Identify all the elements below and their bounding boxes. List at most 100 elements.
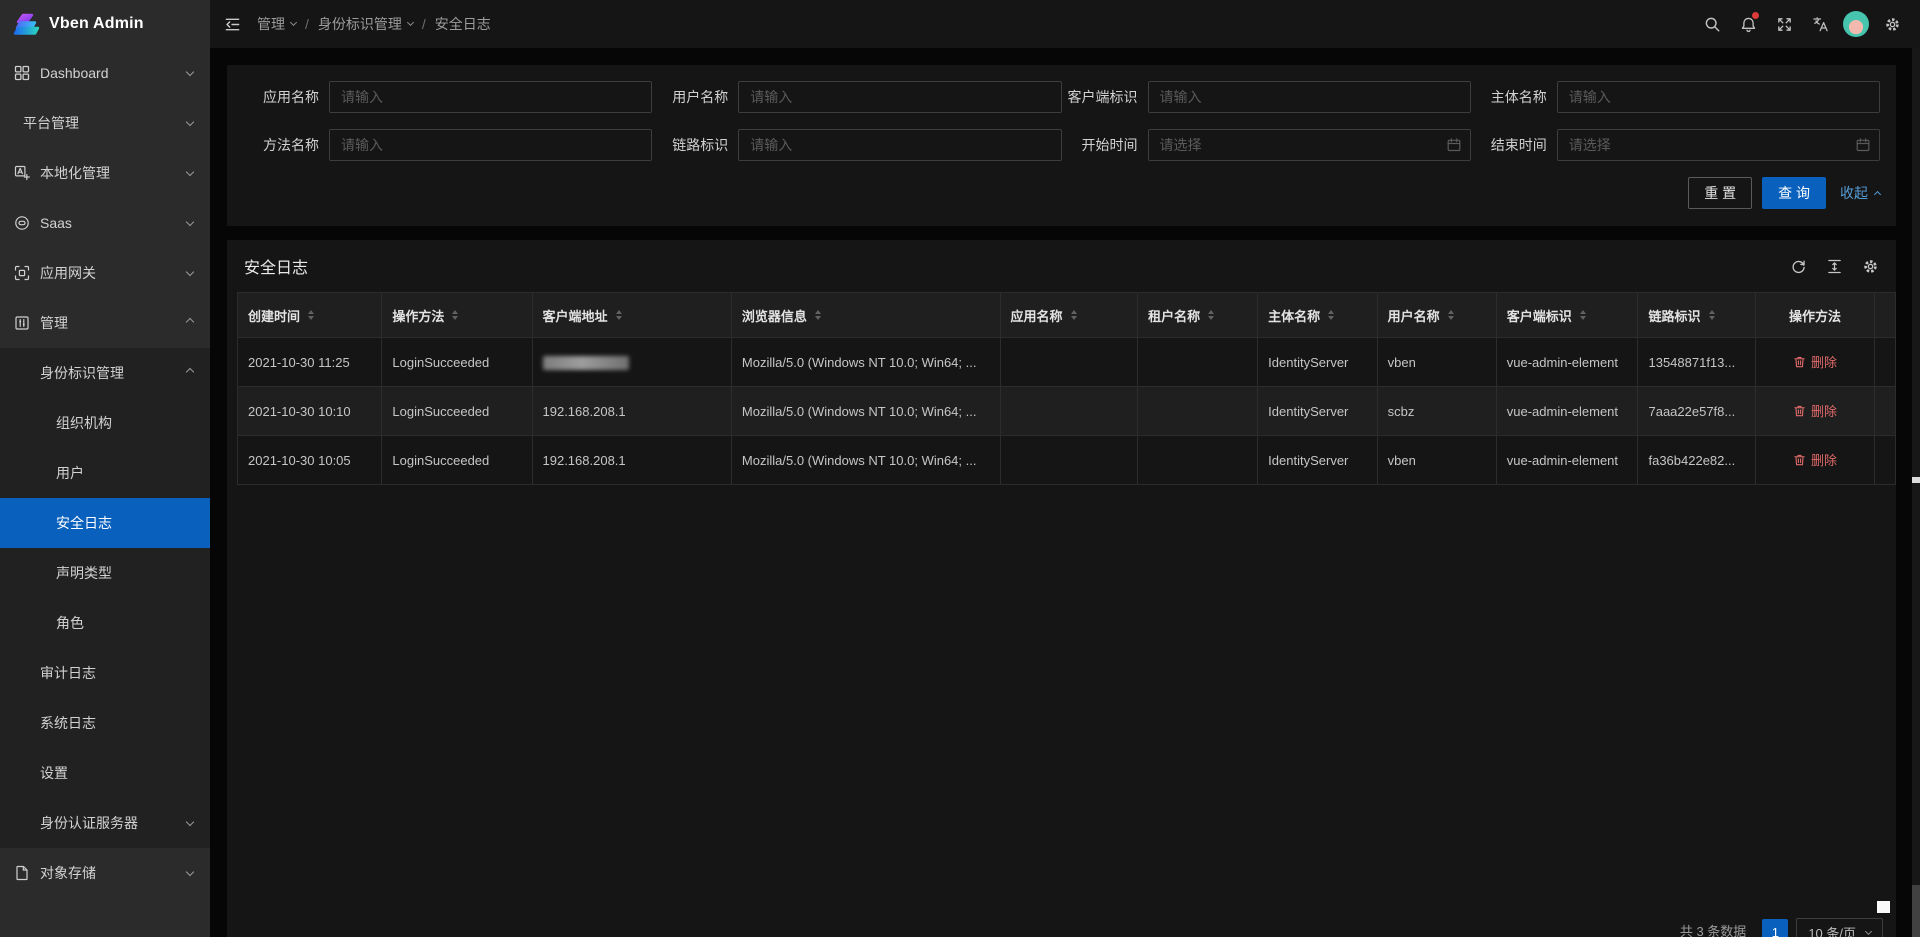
- breadcrumb-item-管理[interactable]: 管理: [257, 14, 296, 34]
- sort-icon[interactable]: [1328, 310, 1334, 320]
- notification-icon[interactable]: [1730, 0, 1766, 48]
- chevron-down-icon: [407, 19, 414, 26]
- reset-button[interactable]: 重 置: [1688, 177, 1752, 209]
- scrollbar-thumb[interactable]: [1912, 477, 1920, 483]
- sidebar-item-Saas[interactable]: Saas: [0, 198, 210, 248]
- sidebar-item-系统日志[interactable]: 系统日志: [0, 698, 210, 748]
- date-input-结束时间[interactable]: [1557, 129, 1880, 161]
- sidebar-item-安全日志[interactable]: 安全日志: [0, 498, 210, 548]
- delete-button[interactable]: 删除: [1793, 401, 1837, 420]
- trash-icon: [1793, 404, 1806, 418]
- refresh-icon[interactable]: [1790, 258, 1807, 275]
- column-header-客户端标识[interactable]: 客户端标识: [1496, 293, 1638, 338]
- sidebar-item-应用网关[interactable]: 应用网关: [0, 248, 210, 298]
- cell-tenant_name: [1138, 338, 1258, 387]
- column-header-租户名称[interactable]: 租户名称: [1138, 293, 1258, 338]
- search-icon[interactable]: [1694, 0, 1730, 48]
- column-settings-icon[interactable]: [1862, 258, 1879, 275]
- sidebar-collapse-icon[interactable]: [224, 16, 241, 33]
- sidebar-item-label: 应用网关: [40, 263, 96, 283]
- sidebar-item-对象存储[interactable]: 对象存储: [0, 848, 210, 898]
- sort-icon[interactable]: [1448, 310, 1454, 320]
- table-scroll-thumb[interactable]: [1877, 901, 1890, 913]
- column-header-用户名称[interactable]: 用户名称: [1377, 293, 1496, 338]
- sidebar-item-身份标识管理[interactable]: 身份标识管理: [0, 348, 210, 398]
- column-header-应用名称[interactable]: 应用名称: [1000, 293, 1138, 338]
- fullscreen-icon[interactable]: [1766, 0, 1802, 48]
- cell-client_id: vue-admin-element: [1496, 338, 1638, 387]
- breadcrumb-separator: /: [422, 16, 426, 32]
- sort-icon[interactable]: [1071, 310, 1077, 320]
- user-avatar[interactable]: [1838, 0, 1874, 48]
- sort-icon[interactable]: [1709, 310, 1715, 320]
- cell-tenant_name: [1138, 436, 1258, 485]
- text-input-客户端标识[interactable]: [1148, 81, 1471, 113]
- field-label: 用户名称: [652, 87, 738, 107]
- breadcrumb-item-身份标识管理[interactable]: 身份标识管理: [318, 14, 413, 34]
- window-scrollbar[interactable]: [1912, 48, 1920, 937]
- sidebar-item-管理[interactable]: 管理: [0, 298, 210, 348]
- settings-icon[interactable]: [1874, 0, 1910, 48]
- breadcrumb-item-安全日志[interactable]: 安全日志: [435, 14, 491, 34]
- sort-icon[interactable]: [308, 310, 314, 320]
- sort-icon[interactable]: [1208, 310, 1214, 320]
- app-logo[interactable]: Vben Admin: [0, 0, 210, 48]
- date-input-开始时间[interactable]: [1148, 129, 1471, 161]
- delete-button[interactable]: 删除: [1793, 450, 1837, 469]
- sidebar-item-用户[interactable]: 用户: [0, 448, 210, 498]
- cell-created_at: 2021-10-30 11:25: [238, 338, 382, 387]
- column-header-操作方法[interactable]: 操作方法: [382, 293, 532, 338]
- sidebar-item-身份认证服务器[interactable]: 身份认证服务器: [0, 798, 210, 848]
- delete-label: 删除: [1811, 450, 1837, 469]
- sort-icon[interactable]: [1580, 310, 1586, 320]
- search-button[interactable]: 查 询: [1762, 177, 1826, 209]
- cell-app_name: [1000, 338, 1138, 387]
- localization-icon: [14, 165, 30, 181]
- text-input-用户名称[interactable]: [738, 81, 1061, 113]
- sort-icon[interactable]: [616, 310, 622, 320]
- text-input-主体名称[interactable]: [1557, 81, 1880, 113]
- column-header-链路标识[interactable]: 链路标识: [1638, 293, 1756, 338]
- text-input-链路标识[interactable]: [738, 129, 1061, 161]
- field-label: 开始时间: [1062, 135, 1148, 155]
- form-field-开始时间: 开始时间: [1062, 129, 1471, 161]
- sidebar-item-平台管理[interactable]: 平台管理: [0, 98, 210, 148]
- collapse-form-link[interactable]: 收起: [1840, 183, 1880, 203]
- sidebar-item-组织机构[interactable]: 组织机构: [0, 398, 210, 448]
- cell-user_name: vben: [1377, 436, 1496, 485]
- column-label: 应用名称: [1011, 306, 1063, 325]
- chevron-down-icon: [290, 19, 297, 26]
- cell-actions: 删除: [1756, 436, 1875, 485]
- sidebar-item-Dashboard[interactable]: Dashboard: [0, 48, 210, 98]
- locale-icon[interactable]: [1802, 0, 1838, 48]
- top-bar: 管理 / 身份标识管理 / 安全日志: [210, 0, 1920, 48]
- sidebar-item-设置[interactable]: 设置: [0, 748, 210, 798]
- scrollbar-thumb-bottom[interactable]: [1912, 885, 1920, 937]
- gateway-icon: [14, 265, 30, 281]
- pagination-page-1[interactable]: 1: [1762, 919, 1788, 937]
- sidebar-item-审计日志[interactable]: 审计日志: [0, 648, 210, 698]
- row-height-icon[interactable]: [1826, 258, 1843, 275]
- breadcrumb-separator: /: [305, 16, 309, 32]
- sort-icon[interactable]: [452, 310, 458, 320]
- delete-label: 删除: [1811, 352, 1837, 371]
- sidebar-item-声明类型[interactable]: 声明类型: [0, 548, 210, 598]
- text-input-方法名称[interactable]: [329, 129, 652, 161]
- sidebar-item-本地化管理[interactable]: 本地化管理: [0, 148, 210, 198]
- column-header-主体名称[interactable]: 主体名称: [1258, 293, 1377, 338]
- column-header-客户端地址[interactable]: 客户端地址: [532, 293, 731, 338]
- chevron-up-icon: [186, 318, 194, 326]
- column-header-创建时间[interactable]: 创建时间: [238, 293, 382, 338]
- cell-app_name: [1000, 387, 1138, 436]
- form-field-客户端标识: 客户端标识: [1062, 81, 1471, 113]
- column-header-浏览器信息[interactable]: 浏览器信息: [731, 293, 1000, 338]
- sort-icon[interactable]: [815, 310, 821, 320]
- form-field-应用名称: 应用名称: [243, 81, 652, 113]
- sidebar-item-角色[interactable]: 角色: [0, 598, 210, 648]
- column-header-操作方法: 操作方法: [1756, 293, 1875, 338]
- page-size-select[interactable]: 10 条/页: [1796, 918, 1883, 937]
- pagination-total: 共 3 条数据: [1680, 918, 1746, 937]
- table-scrollbar-gutter: [1874, 338, 1895, 387]
- text-input-应用名称[interactable]: [329, 81, 652, 113]
- delete-button[interactable]: 删除: [1793, 352, 1837, 371]
